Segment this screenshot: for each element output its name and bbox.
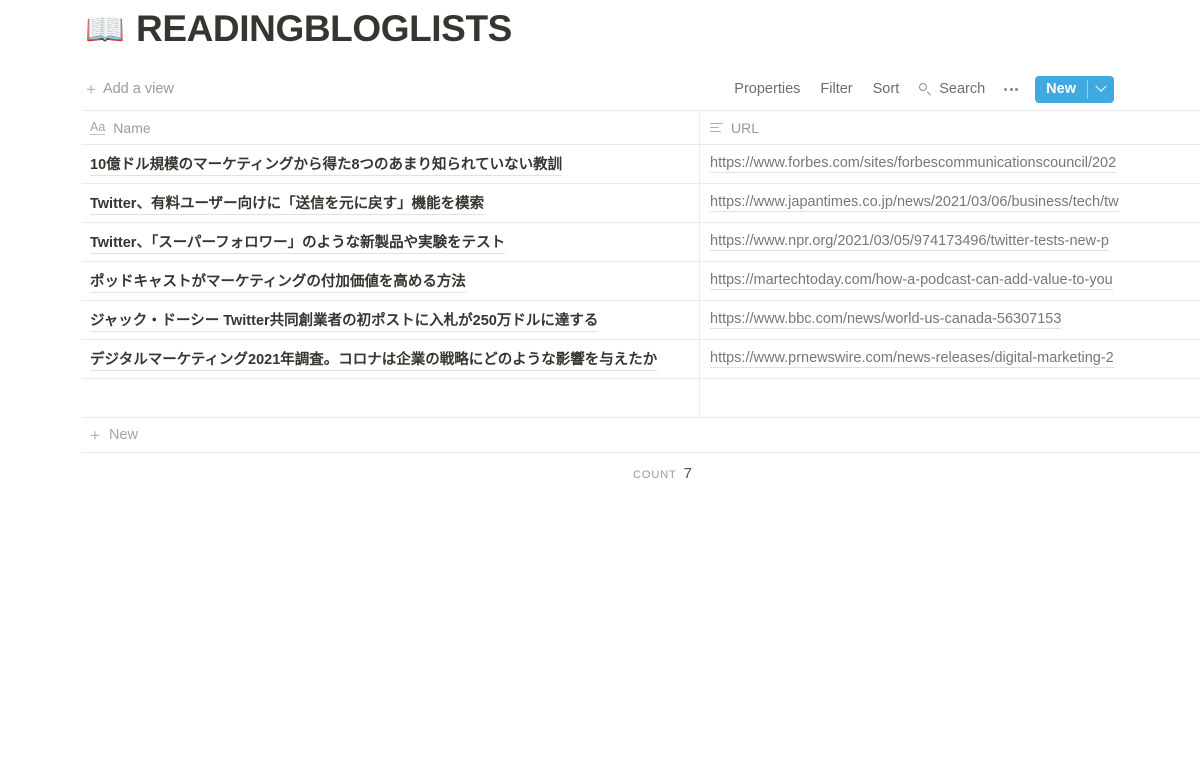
more-options-button[interactable] — [995, 84, 1027, 95]
table-row[interactable]: ポッドキャストがマーケティングの付加価値を高める方法 https://marte… — [82, 262, 1200, 301]
table-row[interactable]: デジタルマーケティング2021年調査。コロナは企業の戦略にどのような影響を与えた… — [82, 340, 1200, 379]
ellipsis-dot-icon — [1004, 87, 1008, 91]
column-header-url[interactable]: URL — [700, 111, 1200, 144]
plus-icon: + — [90, 425, 100, 445]
search-label: Search — [939, 81, 986, 97]
toolbar-actions: Properties Filter Sort Search New — [724, 75, 1114, 103]
count-value: 7 — [683, 464, 692, 482]
cell-name[interactable]: ポッドキャストがマーケティングの付加価値を高める方法 — [82, 262, 700, 300]
row-title[interactable]: Twitter、「スーパーフォロワー」のような新製品や実験をテスト — [90, 231, 506, 254]
database-table: Aa Name URL 10億ドル規模のマーケティングから得た8つのあまり知られ… — [82, 110, 1200, 418]
chevron-down-icon — [1095, 80, 1107, 92]
add-view-button[interactable]: + Add a view — [86, 81, 174, 98]
count-label: Count — [633, 468, 677, 481]
column-header-name-label: Name — [113, 119, 151, 136]
row-url-link[interactable]: https://www.bbc.com/news/world-us-canada… — [710, 311, 1062, 329]
ellipsis-dot-icon — [1009, 87, 1013, 91]
new-row-button[interactable]: + New — [82, 418, 1200, 453]
row-title[interactable]: Twitter、有料ユーザー向けに「送信を元に戻す」機能を模索 — [90, 192, 485, 215]
row-title[interactable]: デジタルマーケティング2021年調査。コロナは企業の戦略にどのような影響を与えた… — [90, 348, 658, 371]
cell-url[interactable]: https://www.bbc.com/news/world-us-canada… — [700, 301, 1200, 339]
table-row[interactable] — [82, 379, 1200, 418]
new-row-label: New — [108, 427, 138, 443]
row-url-link[interactable]: https://www.prnewswire.com/news-releases… — [710, 350, 1114, 368]
sort-button[interactable]: Sort — [863, 77, 910, 101]
plus-icon: + — [86, 79, 96, 99]
cell-name[interactable]: Twitter、有料ユーザー向けに「送信を元に戻す」機能を模索 — [82, 184, 700, 222]
database-toolbar: + Add a view Properties Filter Sort Sear… — [0, 68, 1200, 110]
table-header-row: Aa Name URL — [82, 111, 1200, 145]
text-type-icon: Aa — [90, 119, 106, 136]
cell-url[interactable]: https://www.japantimes.co.jp/news/2021/0… — [700, 184, 1200, 222]
cell-url[interactable]: https://www.prnewswire.com/news-releases… — [700, 340, 1200, 378]
page-title[interactable]: READINGBLOGLISTS — [136, 8, 512, 50]
cell-name[interactable]: ジャック・ドーシー Twitter共同創業者の初ポストに入札が250万ドルに達す… — [82, 301, 700, 339]
search-icon — [919, 82, 932, 96]
row-title[interactable]: ポッドキャストがマーケティングの付加価値を高める方法 — [90, 270, 466, 293]
table-row[interactable]: ジャック・ドーシー Twitter共同創業者の初ポストに入札が250万ドルに達す… — [82, 301, 1200, 340]
column-header-url-label: URL — [731, 119, 760, 136]
table-footer: Count 7 — [82, 453, 1200, 493]
row-url-link[interactable]: https://www.japantimes.co.jp/news/2021/0… — [710, 194, 1119, 212]
filter-button[interactable]: Filter — [810, 77, 862, 101]
cell-name[interactable]: デジタルマーケティング2021年調査。コロナは企業の戦略にどのような影響を与えた… — [82, 340, 700, 378]
table-row[interactable]: 10億ドル規模のマーケティングから得た8つのあまり知られていない教訓 https… — [82, 145, 1200, 184]
cell-url[interactable] — [700, 379, 1200, 417]
add-view-label: Add a view — [102, 81, 174, 97]
cell-name[interactable]: Twitter、「スーパーフォロワー」のような新製品や実験をテスト — [82, 223, 700, 261]
new-button[interactable]: New — [1035, 76, 1087, 103]
row-title[interactable]: 10億ドル規模のマーケティングから得た8つのあまり知られていない教訓 — [90, 153, 563, 176]
open-book-emoji[interactable]: 📖 — [85, 10, 125, 48]
cell-url[interactable]: https://www.forbes.com/sites/forbescommu… — [700, 145, 1200, 183]
text-lines-icon — [710, 122, 723, 133]
page-header: 📖 READINGBLOGLISTS — [0, 0, 1200, 54]
new-button-group[interactable]: New — [1035, 75, 1114, 103]
row-url-link[interactable]: https://www.forbes.com/sites/forbescommu… — [710, 155, 1117, 173]
cell-name[interactable] — [82, 379, 700, 417]
cell-url[interactable]: https://martechtoday.com/how-a-podcast-c… — [700, 262, 1200, 300]
column-header-name[interactable]: Aa Name — [82, 111, 700, 144]
count-summary[interactable]: Count 7 — [82, 465, 700, 482]
new-button-dropdown[interactable] — [1088, 76, 1114, 103]
cell-url[interactable]: https://www.npr.org/2021/03/05/974173496… — [700, 223, 1200, 261]
ellipsis-dot-icon — [1015, 87, 1019, 91]
cell-name[interactable]: 10億ドル規模のマーケティングから得た8つのあまり知られていない教訓 — [82, 145, 700, 183]
table-row[interactable]: Twitter、「スーパーフォロワー」のような新製品や実験をテスト https:… — [82, 223, 1200, 262]
row-url-link[interactable]: https://www.npr.org/2021/03/05/974173496… — [710, 233, 1109, 251]
properties-button[interactable]: Properties — [724, 77, 810, 101]
search-button[interactable]: Search — [909, 77, 995, 101]
row-url-link[interactable]: https://martechtoday.com/how-a-podcast-c… — [710, 272, 1113, 290]
row-title[interactable]: ジャック・ドーシー Twitter共同創業者の初ポストに入札が250万ドルに達す… — [90, 309, 599, 332]
table-row[interactable]: Twitter、有料ユーザー向けに「送信を元に戻す」機能を模索 https://… — [82, 184, 1200, 223]
